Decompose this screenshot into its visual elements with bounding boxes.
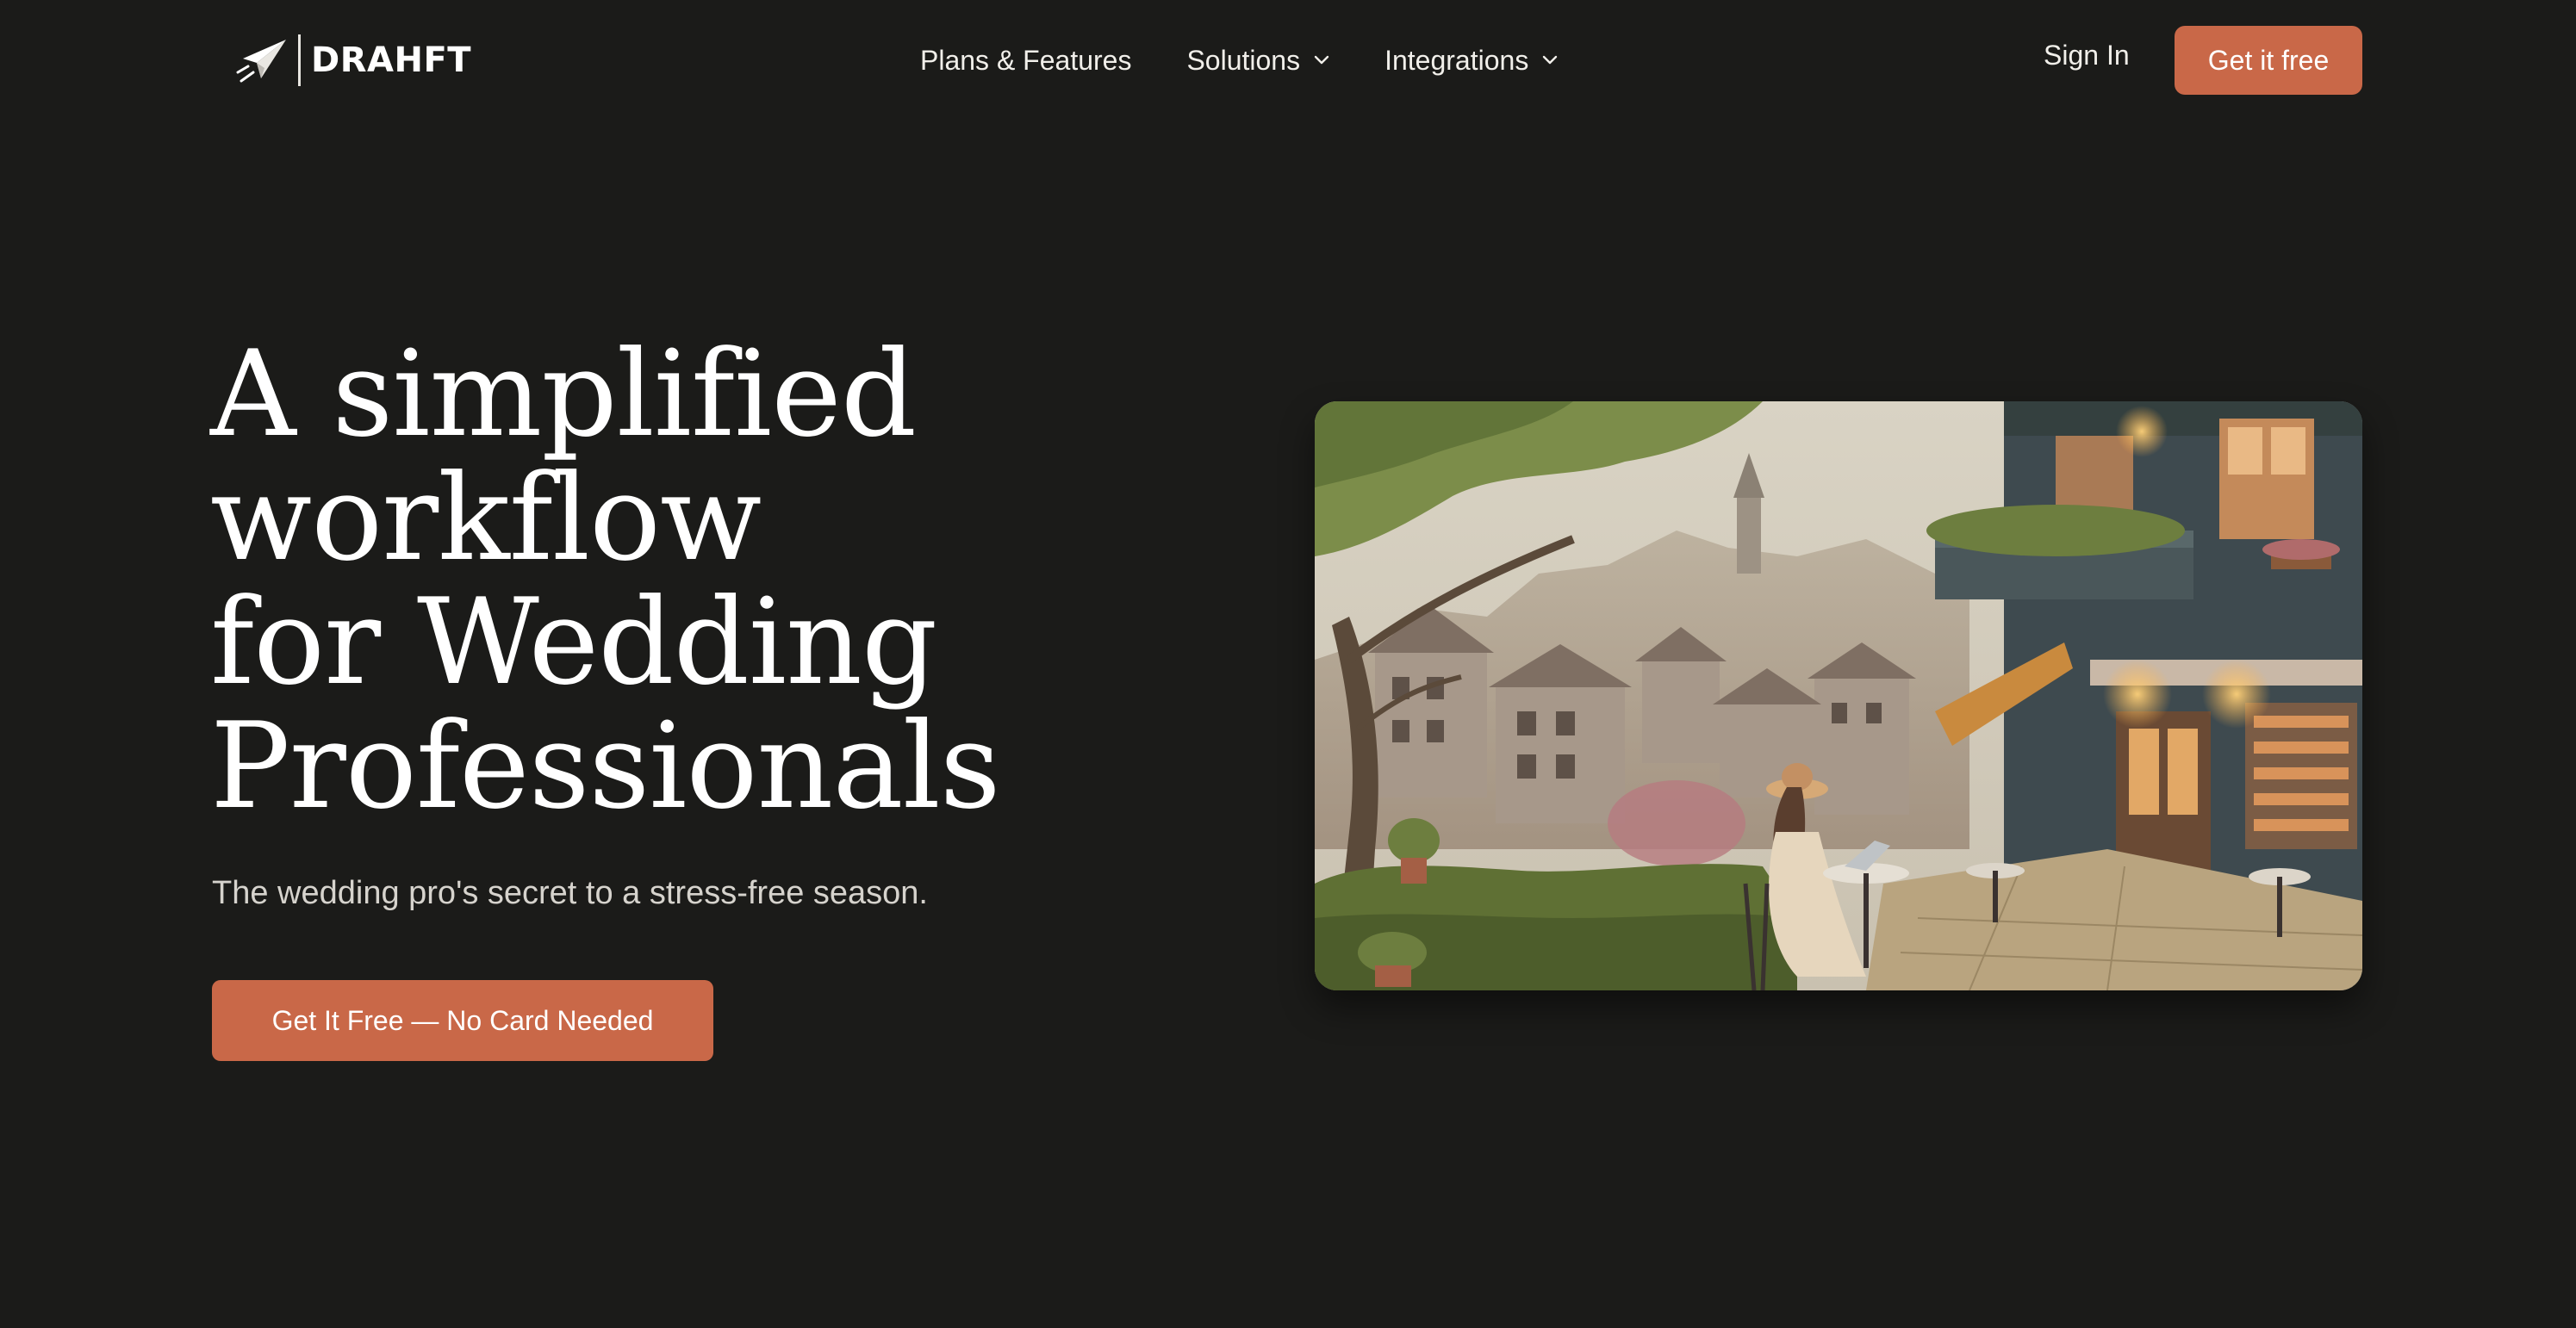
cafe-terrace-illustration — [1315, 401, 2362, 990]
site-header: DRAHFT Plans & Features Solutions Integr… — [0, 0, 2576, 121]
nav-item-label: Solutions — [1186, 44, 1301, 76]
nav-item-integrations[interactable]: Integrations — [1384, 45, 1558, 77]
hero-subtitle: The wedding pro's secret to a stress-fre… — [212, 875, 928, 911]
hero-title-line: Professionals — [210, 697, 1001, 835]
nav-item-solutions[interactable]: Solutions — [1186, 45, 1329, 77]
nav-item-label: Plans & Features — [920, 44, 1132, 76]
chevron-down-icon — [1543, 55, 1558, 65]
brand-logo[interactable]: DRAHFT — [234, 33, 471, 88]
nav-item-plans-features[interactable]: Plans & Features — [920, 45, 1131, 77]
hero-title-line: workflow — [210, 449, 762, 587]
chevron-down-icon — [1314, 55, 1329, 65]
get-it-free-button[interactable]: Get it free — [2175, 26, 2362, 95]
brand-name: DRAHFT — [311, 40, 472, 80]
sign-in-link[interactable]: Sign In — [2044, 40, 2130, 71]
hero-title-line: for Wedding — [210, 573, 937, 711]
main-nav: Plans & Features Solutions Integrations — [920, 38, 1558, 83]
hero-illustration — [1315, 401, 2362, 990]
nav-item-label: Integrations — [1384, 44, 1529, 76]
paper-plane-icon — [236, 40, 286, 83]
hero-title-line: A simplified — [210, 325, 917, 463]
logo-divider — [298, 34, 301, 86]
get-it-free-no-card-button[interactable]: Get It Free — No Card Needed — [212, 980, 713, 1061]
hero-title: A simplified workflow for Wedding Profes… — [210, 332, 1244, 828]
